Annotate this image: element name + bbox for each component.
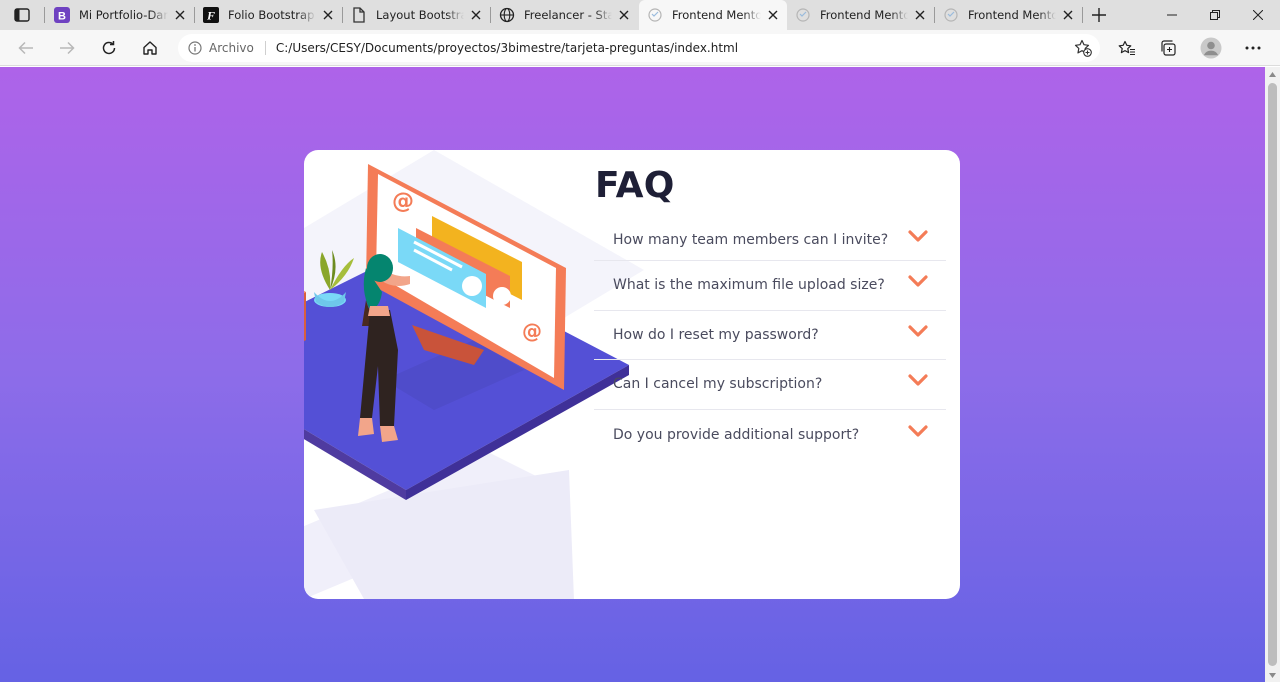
faq-question[interactable]: Can I cancel my subscription?: [613, 376, 822, 392]
tab-separator: [1082, 7, 1083, 23]
svg-text:@: @: [392, 189, 414, 214]
home-button[interactable]: [137, 35, 163, 61]
chevron-down-icon[interactable]: [908, 424, 928, 438]
restore-icon: [1210, 10, 1220, 20]
tab-actions-icon: [14, 8, 30, 22]
chevron-down-icon[interactable]: [908, 373, 928, 387]
tab-folio-bootstrap[interactable]: F Folio Bootstrap Template: [195, 0, 342, 30]
collections-button[interactable]: [1155, 35, 1181, 61]
new-tab-button[interactable]: [1088, 4, 1110, 26]
tab-strip: B Mi Portfolio-Daniel F Folio Bootstrap …: [0, 0, 1280, 30]
tab-title: Frontend Mentor: [820, 8, 908, 22]
minimize-button[interactable]: [1150, 0, 1194, 30]
vertical-scrollbar[interactable]: [1265, 67, 1280, 682]
settings-more-button[interactable]: [1240, 35, 1266, 61]
tab-frontend-mentor-active[interactable]: Frontend Mentor: [639, 0, 787, 30]
back-button[interactable]: [13, 35, 39, 61]
svg-text:B: B: [58, 11, 66, 23]
bootstrap-icon: B: [54, 7, 70, 23]
faq-item[interactable]: How do I reset my password?: [594, 311, 946, 361]
caret-down-icon: [1269, 672, 1276, 678]
collections-icon: [1161, 40, 1176, 56]
faq-item[interactable]: Do you provide additional support?: [594, 410, 946, 460]
tab-separator: [44, 7, 45, 23]
close-tab-icon[interactable]: [912, 7, 928, 23]
address-divider: [264, 41, 266, 55]
home-icon: [143, 41, 157, 55]
tab-frontend-mentor[interactable]: Frontend Mentor: [935, 0, 1082, 30]
chevron-down-icon[interactable]: [908, 274, 928, 288]
faq-item[interactable]: What is the maximum file upload size?: [594, 261, 946, 311]
favorites-icon: [1118, 40, 1135, 56]
scroll-up-button[interactable]: [1265, 67, 1280, 81]
url-text[interactable]: C:/Users/CESY/Documents/proyectos/3bimes…: [276, 41, 738, 55]
arrow-left-icon: [18, 41, 33, 55]
close-tab-icon[interactable]: [320, 7, 336, 23]
close-tab-icon[interactable]: [616, 7, 632, 23]
tab-actions-button[interactable]: [8, 4, 36, 26]
document-icon: [351, 7, 367, 23]
reload-button[interactable]: [96, 35, 122, 61]
frontend-mentor-icon: [943, 7, 959, 23]
profile-button[interactable]: [1198, 35, 1224, 61]
close-tab-icon[interactable]: [468, 7, 484, 23]
site-info-label: Archivo: [209, 41, 254, 55]
chevron-down-icon[interactable]: [908, 229, 928, 243]
faq-question[interactable]: Do you provide additional support?: [613, 427, 859, 443]
close-tab-icon[interactable]: [1060, 7, 1076, 23]
tab-title: Frontend Mentor: [968, 8, 1056, 22]
woman-at-computer-illustration: @ @ @: [304, 150, 644, 599]
scrollbar-thumb[interactable]: [1268, 83, 1277, 666]
forward-button[interactable]: [54, 35, 80, 61]
frontend-mentor-icon: [647, 7, 663, 23]
more-icon: [1245, 46, 1261, 50]
close-tab-icon[interactable]: [765, 7, 781, 23]
tab-title: Freelancer - Start Bootstrap: [524, 8, 612, 22]
tab-mi-portfolio[interactable]: B Mi Portfolio-Daniel: [46, 0, 194, 30]
plus-icon: [1092, 8, 1106, 22]
address-bar[interactable]: Archivo C:/Users/CESY/Documents/proyecto…: [178, 34, 1100, 62]
minimize-icon: [1167, 14, 1177, 16]
tab-frontend-mentor[interactable]: Frontend Mentor: [787, 0, 934, 30]
faq-item[interactable]: How many team members can I invite?: [594, 220, 946, 261]
scroll-down-button[interactable]: [1265, 668, 1280, 682]
reload-icon: [102, 41, 116, 55]
favorites-button[interactable]: [1114, 35, 1140, 61]
tab-title: Layout Bootstrap: [376, 8, 464, 22]
faq-card: @ @ @ FAQ How many team members can I in…: [304, 150, 960, 599]
arrow-right-icon: [60, 41, 75, 55]
tab-title: Folio Bootstrap Template: [228, 8, 316, 22]
faq-list: How many team members can I invite? What…: [594, 220, 946, 459]
faq-item[interactable]: Can I cancel my subscription?: [594, 360, 946, 410]
info-icon: [188, 41, 202, 55]
close-tab-icon[interactable]: [172, 7, 188, 23]
avatar-icon: [1200, 37, 1222, 59]
tab-freelancer[interactable]: Freelancer - Start Bootstrap: [491, 0, 638, 30]
star-add-icon: [1074, 39, 1092, 57]
page-viewport: @ @ @ FAQ How many team members can I in…: [0, 67, 1265, 682]
svg-text:F: F: [206, 9, 215, 23]
faq-title: FAQ: [595, 165, 675, 206]
faq-question[interactable]: How many team members can I invite?: [613, 232, 888, 248]
restore-button[interactable]: [1193, 0, 1237, 30]
tab-title: Mi Portfolio-Daniel: [79, 8, 168, 22]
faq-section: FAQ How many team members can I invite? …: [594, 166, 946, 459]
close-icon: [1253, 10, 1263, 20]
browser-toolbar: Archivo C:/Users/CESY/Documents/proyecto…: [0, 30, 1280, 66]
add-favorite-button[interactable]: [1074, 39, 1092, 57]
frontend-mentor-icon: [795, 7, 811, 23]
caret-up-icon: [1269, 71, 1276, 77]
faq-question[interactable]: What is the maximum file upload size?: [613, 277, 885, 293]
svg-text:@: @: [522, 319, 542, 343]
tab-layout-bootstrap[interactable]: Layout Bootstrap: [343, 0, 490, 30]
chevron-down-icon[interactable]: [908, 324, 928, 338]
faq-question[interactable]: How do I reset my password?: [613, 327, 819, 343]
folio-icon: F: [203, 7, 219, 23]
globe-icon: [499, 7, 515, 23]
close-window-button[interactable]: [1236, 0, 1280, 30]
site-info[interactable]: Archivo: [188, 41, 254, 55]
tab-title: Frontend Mentor: [672, 8, 761, 22]
